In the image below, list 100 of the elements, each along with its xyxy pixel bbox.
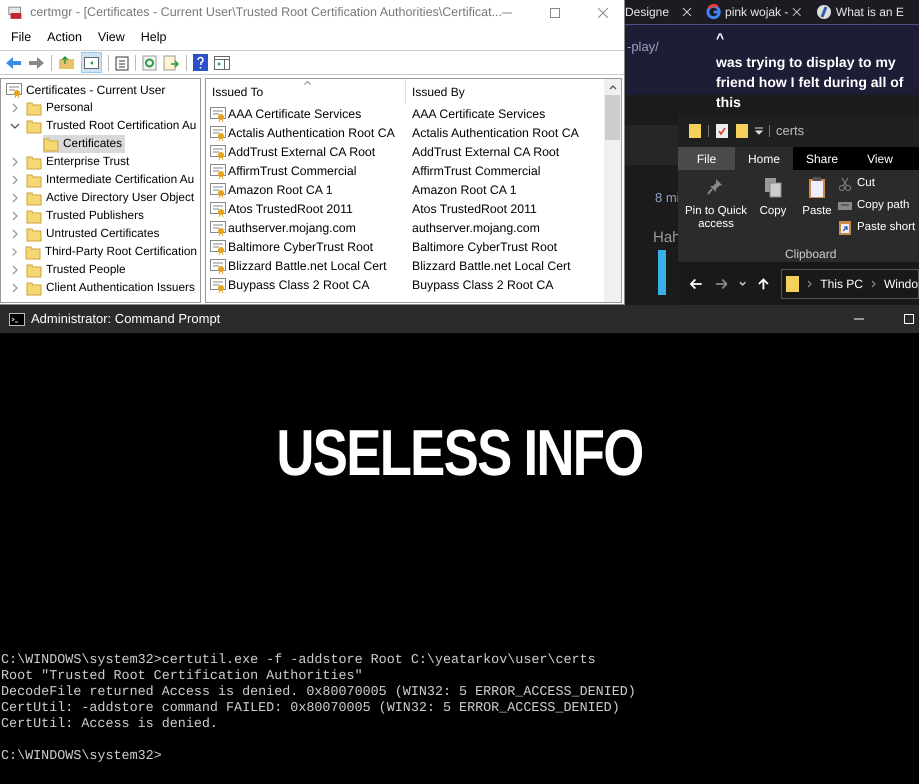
browser-tab[interactable]: What is an E: [812, 0, 919, 24]
back-icon[interactable]: [690, 278, 703, 290]
up-icon[interactable]: [758, 276, 770, 290]
ribbon-button[interactable]: Pin to Quick access: [683, 175, 749, 231]
dropdown-icon[interactable]: [755, 127, 763, 135]
breadcrumb-item[interactable]: This PC: [820, 274, 863, 292]
menu-item[interactable]: File: [11, 28, 32, 47]
console-tree-button[interactable]: [81, 52, 102, 73]
certificate-icon: [210, 144, 226, 161]
breadcrumb-item[interactable]: Windo: [884, 274, 918, 292]
address-bar[interactable]: This PC Windo: [781, 268, 919, 298]
folder-icon: [26, 118, 42, 134]
table-cell-text: Actalis Authentication Root CA: [411, 125, 579, 142]
tree-item[interactable]: Untrusted Certificates: [26, 225, 162, 243]
tree-item[interactable]: Trusted Publishers: [26, 207, 147, 225]
forward-icon[interactable]: [714, 278, 728, 290]
folder-icon: [24, 244, 41, 260]
table-cell[interactable]: Atos TrustedRoot 2011: [228, 200, 353, 219]
certificate-icon: [210, 106, 226, 123]
folder-icon: [26, 154, 42, 170]
chevron-right-icon[interactable]: [10, 157, 20, 167]
table-cell-text: Amazon Root CA 1: [411, 182, 517, 200]
clipboard-icon[interactable]: [115, 54, 129, 70]
ribbon-button[interactable]: Cut: [838, 174, 916, 193]
ribbon-button[interactable]: Paste short: [838, 218, 916, 237]
chevron-down-icon[interactable]: [10, 121, 20, 131]
tree-item[interactable]: Trusted Root Certification Au: [26, 117, 200, 135]
globe-icon: [816, 4, 832, 20]
menu-item[interactable]: Action: [47, 28, 82, 47]
scrollbar-thumb[interactable]: [605, 95, 620, 140]
table-cell-text: AAA Certificate Services: [411, 106, 546, 124]
table-cell[interactable]: Amazon Root CA 1: [228, 181, 333, 200]
chevron-right-icon[interactable]: [10, 193, 20, 203]
folder-icon: [786, 274, 800, 292]
browser-tab[interactable]: pink wojak -: [702, 0, 812, 24]
table-cell[interactable]: Baltimore CyberTrust Root: [228, 238, 374, 257]
new-folder-icon[interactable]: [735, 123, 749, 139]
table-cell[interactable]: Buypass Class 2 Root CA: [228, 276, 370, 295]
menu-item[interactable]: View: [98, 28, 125, 47]
refresh-icon[interactable]: [142, 54, 157, 70]
tree-item[interactable]: Personal: [26, 99, 96, 117]
caret-text: ^: [716, 29, 724, 48]
folder-icon: [26, 208, 42, 224]
sort-caret-icon: [304, 81, 311, 85]
ribbon-tab[interactable]: File: [678, 147, 735, 170]
certificate-icon: [210, 163, 226, 180]
tree-item[interactable]: Intermediate Certification Au: [26, 171, 198, 189]
ribbon-button[interactable]: Paste: [797, 175, 837, 231]
chevron-right-icon[interactable]: [10, 229, 20, 239]
action-pane-icon[interactable]: [214, 56, 230, 70]
chevron-right-icon[interactable]: [10, 211, 20, 221]
table-cell-text: Buypass Class 2 Root CA: [411, 277, 554, 294]
column-header[interactable]: Issued By: [406, 79, 606, 104]
certificate-icon: [210, 182, 226, 199]
scrollbar[interactable]: [604, 79, 621, 302]
tree-item[interactable]: Certificates: [43, 135, 126, 153]
chevron-up-icon[interactable]: [608, 85, 616, 90]
table-cell-text: Atos TrustedRoot 2011: [411, 201, 537, 218]
ribbon-button[interactable]: Copy: [755, 175, 791, 231]
table-cell[interactable]: Blizzard Battle.net Local Cert: [228, 257, 387, 276]
certificate-icon: [210, 201, 226, 218]
table-cell[interactable]: AffirmTrust Commercial: [228, 162, 356, 181]
close-icon[interactable]: [792, 7, 802, 17]
export-icon[interactable]: [163, 54, 180, 70]
cmd-icon: [9, 312, 25, 326]
ribbon-button[interactable]: Copy path: [838, 196, 916, 215]
table-cell[interactable]: AddTrust External CA Root: [228, 143, 376, 162]
chevron-down-icon[interactable]: [739, 280, 746, 286]
tree-item[interactable]: Enterprise Trust: [26, 153, 132, 171]
table-cell[interactable]: AAA Certificate Services: [228, 105, 362, 124]
browser-tab[interactable]: Designe: [625, 0, 702, 24]
column-header[interactable]: Issued To: [206, 79, 406, 104]
tree-item[interactable]: Trusted People: [26, 261, 129, 279]
folder-icon: [26, 190, 42, 206]
group-label: Clipboard: [785, 246, 836, 263]
chevron-right-icon[interactable]: [10, 103, 20, 113]
forward-icon[interactable]: [28, 56, 45, 70]
folder-icon: [26, 172, 42, 188]
tree-item[interactable]: Active Directory User Object: [26, 189, 198, 207]
table-cell[interactable]: authserver.mojang.com: [228, 219, 356, 238]
chevron-right-icon[interactable]: [10, 283, 20, 293]
ribbon-tab[interactable]: Home: [735, 147, 793, 170]
menu-item[interactable]: Help: [140, 28, 166, 47]
close-icon[interactable]: [682, 7, 692, 17]
chevron-right-icon[interactable]: [10, 175, 20, 185]
table-cell-text: Blizzard Battle.net Local Cert: [411, 258, 571, 276]
chevron-right-icon[interactable]: [10, 247, 19, 257]
paste-shortcut-icon: [838, 220, 852, 234]
console-line: C:\WINDOWS\system32>: [1, 749, 163, 765]
folder-icon: [26, 100, 42, 116]
help-icon[interactable]: [193, 54, 208, 71]
up-folder-icon[interactable]: [58, 55, 75, 70]
table-cell[interactable]: Actalis Authentication Root CA: [228, 124, 395, 143]
tree-item[interactable]: Third-Party Root Certification: [24, 243, 200, 261]
url-text: -play/: [627, 38, 659, 56]
tree-item[interactable]: Certificates - Current User: [26, 81, 166, 99]
tree-item[interactable]: Client Authentication Issuers: [26, 279, 198, 297]
console-line: DecodeFile returned Access is denied. 0x80070005 (WIN32: 5 ERROR_ACCESS_DENIED): [1, 685, 636, 701]
chevron-right-icon[interactable]: [10, 265, 20, 275]
properties-icon[interactable]: [715, 123, 729, 139]
